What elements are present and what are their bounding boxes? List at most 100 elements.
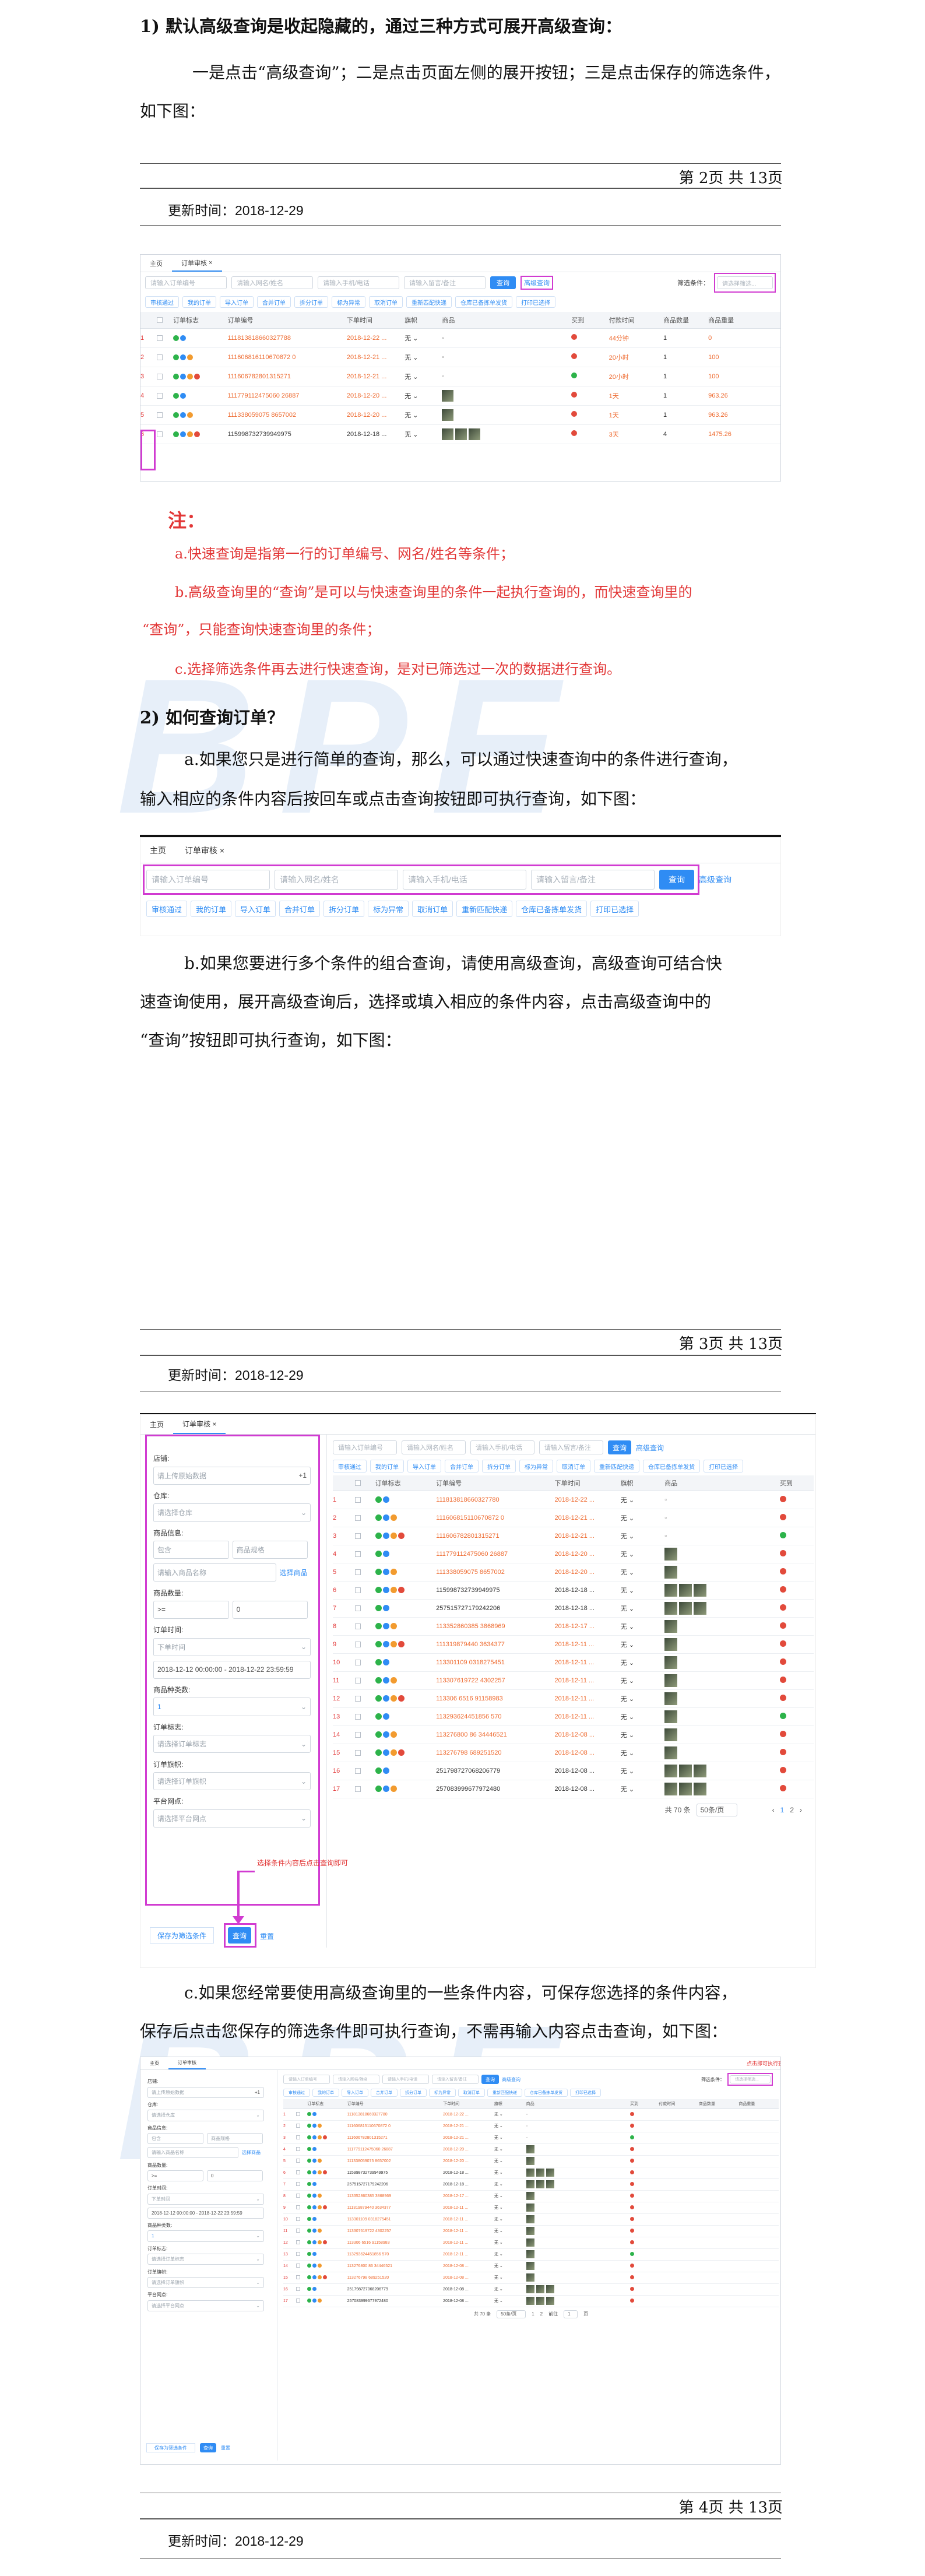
row-checkbox[interactable] (296, 2194, 300, 2198)
flag-select[interactable]: 无 ⌄ (494, 2283, 526, 2296)
row-checkbox[interactable] (354, 1767, 361, 1774)
flag-select[interactable]: 无 ⌄ (620, 1744, 665, 1762)
row-checkbox[interactable] (354, 1514, 361, 1521)
tab-order-audit[interactable]: 订单审核 × (175, 838, 234, 863)
save-filter-button[interactable]: 保存为筛选条件 (146, 2443, 195, 2452)
toolbar-button[interactable]: 导入订单 (235, 901, 276, 917)
table-row[interactable]: 13 113293624451856 570 2018-12-11 ... 无 ⌄ (283, 2248, 779, 2261)
order-number[interactable]: 111338059075 8657002 (347, 2155, 444, 2167)
flag-select[interactable]: 无 ⌄ (494, 2272, 526, 2284)
flag-select[interactable]: 无 ⌄ (494, 2213, 526, 2226)
flag-select[interactable]: 无 ⌄ (620, 1653, 665, 1672)
advanced-query-link[interactable]: 高级查询 (520, 276, 553, 290)
remark-input[interactable]: 请输入留言/备注 (539, 1440, 603, 1454)
filter-select[interactable]: 请选择仓库 ⌄ (153, 1503, 311, 1522)
advanced-query-button[interactable]: 查询 (200, 2443, 216, 2452)
row-checkbox[interactable] (354, 1605, 361, 1611)
row-checkbox[interactable] (354, 1695, 361, 1702)
advanced-query-link[interactable]: 高级查询 (699, 874, 731, 885)
row-checkbox[interactable] (354, 1713, 361, 1720)
toolbar-button[interactable]: 取消订单 (557, 1460, 590, 1472)
flag-select[interactable]: 无 ⌄ (494, 2295, 526, 2307)
table-row[interactable]: 1 111813818660327780 2018-12-22 ... 无 ⌄ ▫ (333, 1491, 814, 1509)
table-row[interactable]: 3 111606782801315271 2018-12-21 ... 无 ⌄ ▫ (333, 1527, 814, 1545)
table-row[interactable]: 5 111338059075 8657002 2018-12-20 ... 无 ⌄ 1天… (140, 405, 780, 425)
flag-select[interactable]: 无 ⌄ (405, 328, 442, 348)
row-checkbox[interactable] (354, 1677, 361, 1684)
page-2[interactable]: 2 (540, 2311, 543, 2317)
flag-select[interactable]: 无 ⌄ (405, 424, 442, 444)
flag-select[interactable]: 无 ⌄ (620, 1635, 665, 1654)
order-number[interactable]: 113276800 86 34446521 (436, 1725, 555, 1744)
table-row[interactable]: 8 113352860385 3868969 2018-12-17 ... 无 ⌄ (283, 2190, 779, 2202)
toolbar-button[interactable]: 重新匹配快递 (406, 296, 452, 308)
table-row[interactable]: 15 113276798 689251520 2018-12-08 ... 无 ⌄ (333, 1744, 814, 1762)
table-row[interactable]: 11 113307619722 4302257 2018-12-11 ... 无 ⌄ (283, 2225, 779, 2237)
order-number-input[interactable]: 请输入订单编号 (333, 1440, 397, 1454)
flag-select[interactable]: 无 ⌄ (620, 1491, 665, 1509)
order-number[interactable]: 111606782801315271 (347, 2132, 444, 2144)
advanced-query-link[interactable]: 高级查询 (636, 1443, 664, 1453)
toolbar-button[interactable]: 我的订单 (370, 1460, 404, 1472)
flag-select[interactable]: 无 ⌄ (405, 367, 442, 386)
table-row[interactable]: 3 111606782801315271 2018-12-21 ... 无 ⌄ ▫ (283, 2132, 779, 2144)
remark-input[interactable]: 请输入留言/备注 (432, 2075, 479, 2084)
row-checkbox[interactable] (296, 2229, 300, 2233)
order-number[interactable]: 113301109 0318275451 (347, 2213, 444, 2226)
order-number[interactable]: 111606815110670872 0 (436, 1509, 555, 1527)
tab-order-audit[interactable]: 订单审核 (168, 2057, 206, 2069)
flag-select[interactable]: 无 ⌄ (620, 1780, 665, 1798)
order-number[interactable]: 111779112475060 26887 (347, 2143, 444, 2156)
order-number[interactable]: 113307619722 4302257 (436, 1671, 555, 1690)
tab-home[interactable]: 主页 (140, 255, 172, 272)
row-checkbox[interactable] (296, 2205, 300, 2210)
flag-select[interactable]: 无 ⌄ (494, 2178, 526, 2191)
table-row[interactable]: 16 251798727068206779 2018-12-08 ... 无 ⌄ (333, 1762, 814, 1780)
order-number[interactable]: 111338059075 8657002 (436, 1563, 555, 1582)
row-checkbox[interactable] (296, 2252, 300, 2257)
row-checkbox[interactable] (157, 354, 163, 360)
flag-select[interactable]: 无 ⌄ (494, 2108, 526, 2121)
query-button[interactable]: 查询 (490, 276, 516, 289)
row-checkbox[interactable] (296, 2264, 300, 2268)
toolbar-button[interactable]: 拆分订单 (294, 296, 328, 308)
table-row[interactable]: 14 113276800 86 34446521 2018-12-08 ... 无 ⌄ (283, 2260, 779, 2272)
order-number[interactable]: 113352860385 3868969 (347, 2190, 444, 2202)
toolbar-button[interactable]: 审核通过 (145, 296, 179, 308)
order-number[interactable]: 113301109 0318275451 (436, 1653, 555, 1672)
order-number[interactable]: 111338059075 8657002 (227, 405, 347, 425)
toolbar-button[interactable]: 导入订单 (407, 1460, 441, 1472)
goods-match-select[interactable]: 包含 (153, 1541, 229, 1559)
order-number[interactable]: 111779112475060 26887 (227, 386, 347, 406)
order-number[interactable]: 113306 6516 91158983 (436, 1689, 555, 1708)
flag-select[interactable]: 无 ⌄ (494, 2248, 526, 2261)
query-button[interactable]: 查询 (608, 1440, 631, 1454)
goto-page-input[interactable]: 1 (564, 2310, 578, 2318)
order-number[interactable]: 113352860385 3868969 (436, 1617, 555, 1636)
order-number[interactable]: 111813818660327780 (347, 2108, 444, 2121)
expand-handle[interactable] (140, 430, 156, 470)
row-checkbox[interactable] (354, 1749, 361, 1756)
close-icon[interactable]: × (220, 846, 224, 855)
advanced-query-link[interactable]: 高级查询 (502, 2076, 520, 2083)
flag-select[interactable]: 无 ⌄ (494, 2143, 526, 2156)
flag-select[interactable]: 无 ⌄ (494, 2132, 526, 2144)
name-input[interactable]: 请输入网名/姓名 (231, 276, 313, 289)
table-row[interactable]: 12 113306 6516 91158983 2018-12-11 ... 无 ⌄ (283, 2237, 779, 2249)
close-icon[interactable]: × (212, 1420, 216, 1428)
filter-select[interactable]: 1 ⌄ (147, 2230, 264, 2242)
date-range-input[interactable]: 2018-12-12 00:00:00 - 2018-12-22 23:59:5… (153, 1660, 311, 1679)
flag-select[interactable]: 无 ⌄ (620, 1581, 665, 1600)
table-row[interactable]: 6 115998732739949975 2018-12-18 ... 无 ⌄ (333, 1581, 814, 1600)
tab-order-audit[interactable]: 订单审核 × (173, 1415, 226, 1434)
filter-select[interactable]: 1 ⌄ (153, 1698, 311, 1716)
flag-select[interactable]: 无 ⌄ (620, 1599, 665, 1618)
order-number[interactable]: 113276798 689251520 (347, 2272, 444, 2284)
toolbar-button[interactable]: 重新匹配快递 (456, 901, 513, 917)
table-row[interactable]: 12 113306 6516 91158983 2018-12-11 ... 无 ⌄ (333, 1689, 814, 1708)
row-checkbox[interactable] (354, 1731, 361, 1738)
order-number[interactable]: 111813818660327788 (227, 328, 347, 348)
flag-select[interactable]: 无 ⌄ (405, 347, 442, 367)
toolbar-button[interactable]: 导入订单 (220, 296, 254, 308)
flag-select[interactable]: 无 ⌄ (620, 1707, 665, 1726)
